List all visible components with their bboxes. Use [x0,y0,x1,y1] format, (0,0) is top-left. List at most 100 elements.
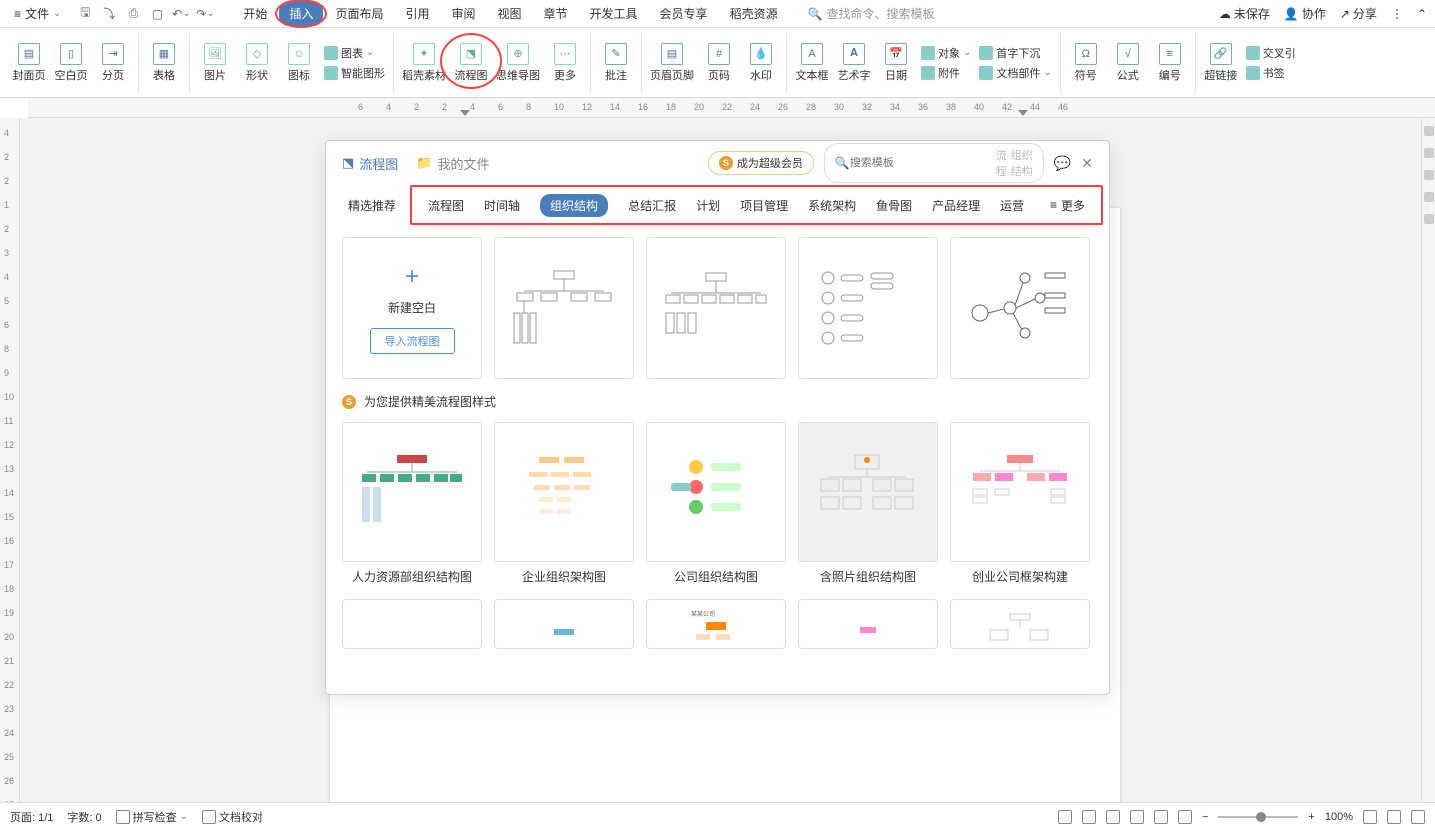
tab-vip[interactable]: 会员专享 [650,1,718,26]
equation-button[interactable]: √公式 [1111,43,1145,83]
template-card[interactable] [646,237,786,379]
template-card[interactable] [494,422,634,562]
tool-3[interactable] [1424,170,1434,180]
icon-button[interactable]: ☺图标 [282,43,316,83]
tab-start[interactable]: 开始 [233,1,277,26]
tool-2[interactable] [1424,148,1434,158]
page-indicator[interactable]: 页面: 1/1 [10,809,53,825]
tab-insert[interactable]: 插入 [279,1,323,26]
horizontal-ruler[interactable]: 6422468101214161820222426283032343638404… [28,98,1435,118]
template-card[interactable] [950,422,1090,562]
new-blank-card[interactable]: + 新建空白 导入流程图 [342,237,482,379]
view-mode-2[interactable] [1106,810,1120,824]
cat-orgchart[interactable]: 组织结构 [540,194,608,217]
indent-marker-right[interactable] [1018,110,1028,116]
import-flowchart-button[interactable]: 导入流程图 [370,328,455,354]
symbol-button[interactable]: Ω符号 [1069,43,1103,83]
watermark-button[interactable]: 💧水印 [744,43,778,83]
vertical-ruler[interactable]: 4221234568910111213141516171819202122232… [0,118,20,802]
cat-flowchart[interactable]: 流程图 [428,197,464,214]
view-mode-5[interactable] [1178,810,1192,824]
table-button[interactable]: ▦表格 [147,43,181,83]
cat-plan[interactable]: 计划 [696,197,720,214]
panel-tab-flowchart[interactable]: ⬔流程图 [342,154,398,173]
tab-review[interactable]: 审阅 [441,1,485,26]
print-icon[interactable]: ⎙ [125,6,141,22]
dropcap-button[interactable]: 首字下沉 [979,45,1051,61]
cat-ops[interactable]: 运营 [1000,197,1024,214]
shape-button[interactable]: ◇形状 [240,43,274,83]
chat-icon[interactable]: 💬 [1054,155,1071,172]
template-card[interactable] [342,599,482,649]
fullscreen-icon[interactable] [1387,810,1401,824]
search-tag[interactable]: 流程 [996,147,1007,179]
wordart-button[interactable]: 𝐀艺术字 [837,43,871,83]
tab-devtools[interactable]: 开发工具 [580,1,648,26]
template-card[interactable] [646,422,786,562]
page-break-button[interactable]: ⇥分页 [96,43,130,83]
header-footer-button[interactable]: ▤页眉页脚 [650,43,694,83]
template-card[interactable] [798,422,938,562]
cat-more[interactable]: ≡更多 [1050,197,1085,214]
numbering-button[interactable]: ≡编号 [1153,43,1187,83]
open-icon[interactable]: ⤵ [101,6,117,22]
category-featured[interactable]: 精选推荐 [348,197,396,214]
zoom-in[interactable]: + [1308,811,1314,823]
template-card[interactable] [950,599,1090,649]
flowchart-button[interactable]: ⬔流程图 [454,43,488,83]
unsaved-indicator[interactable]: ☁未保存 [1219,5,1270,22]
zoom-slider[interactable] [1218,816,1298,818]
tab-layout[interactable]: 页面布局 [325,1,393,26]
cat-sysarch[interactable]: 系统架构 [808,197,856,214]
collab-button[interactable]: 👤协作 [1284,5,1326,22]
command-search[interactable]: 🔍 查找命令、搜索模板 [808,5,935,22]
search-input[interactable] [850,157,992,169]
eye-icon[interactable] [1058,810,1072,824]
chart-button[interactable]: 图表⌄ [324,45,385,61]
template-search[interactable]: 🔍 流程 组织结构 [824,143,1044,183]
more-icon[interactable] [1411,810,1425,824]
template-card[interactable] [798,237,938,379]
collapse-ribbon[interactable]: ⌃ [1417,7,1427,21]
object-button[interactable]: 对象⌄ [921,45,971,61]
smartart-button[interactable]: 智能图形 [324,65,385,81]
view-mode-1[interactable] [1082,810,1096,824]
view-mode-3[interactable] [1130,810,1144,824]
template-card[interactable] [494,599,634,649]
attachment-button[interactable]: 附件 [921,65,971,81]
panel-body[interactable]: + 新建空白 导入流程图 S 为您提供精美流程图样式 人力资源部组织结构图 企业… [326,225,1109,694]
docparts-button[interactable]: 文档部件⌄ [979,65,1051,81]
cat-pm[interactable]: 产品经理 [932,197,980,214]
textbox-button[interactable]: A文本框 [795,43,829,83]
zoom-level[interactable]: 100% [1325,811,1353,823]
crossref-button[interactable]: 交叉引 [1246,45,1296,61]
bookmark-button[interactable]: 书签 [1246,65,1296,81]
more-insert-button[interactable]: ⋯更多 [548,43,582,83]
cat-timeline[interactable]: 时间轴 [484,197,520,214]
more-menu[interactable]: ⋮ [1391,7,1403,21]
page-number-button[interactable]: #页码 [702,43,736,83]
fit-icon[interactable] [1363,810,1377,824]
blank-page-button[interactable]: ▯空白页 [54,43,88,83]
template-card[interactable]: 某某公司 [646,599,786,649]
cat-project[interactable]: 项目管理 [740,197,788,214]
view-mode-4[interactable] [1154,810,1168,824]
template-card[interactable] [494,237,634,379]
mindmap-button[interactable]: ⊕思维导图 [496,43,540,83]
tab-view[interactable]: 视图 [488,1,532,26]
indent-marker[interactable] [460,110,470,116]
zoom-out[interactable]: − [1202,811,1208,823]
template-card[interactable] [950,237,1090,379]
search-tag[interactable]: 组织结构 [1011,147,1033,179]
spell-check[interactable]: 拼写检查⌄ [116,809,188,825]
template-card[interactable] [342,422,482,562]
cover-page-button[interactable]: ▤封面页 [12,43,46,83]
word-count[interactable]: 字数: 0 [67,809,101,825]
tool-4[interactable] [1424,192,1434,202]
hyperlink-button[interactable]: 🔗超链接 [1204,43,1238,83]
save-icon[interactable]: 🖫 [77,6,93,22]
cat-fishbone[interactable]: 鱼骨图 [876,197,912,214]
panel-tab-myfiles[interactable]: 📁我的文件 [416,154,489,173]
tab-chapter[interactable]: 章节 [534,1,578,26]
file-menu[interactable]: ≡文件⌄ [8,3,67,24]
